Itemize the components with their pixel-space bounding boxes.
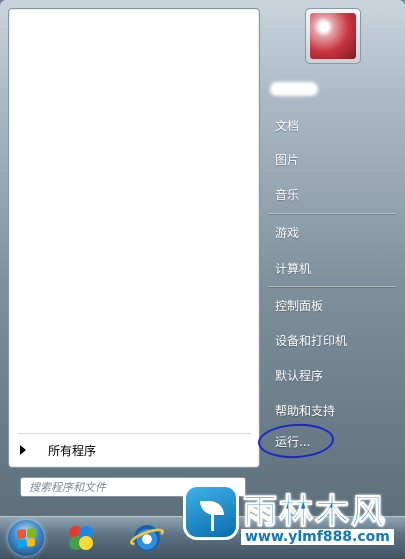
- all-programs-label: 所有程序: [48, 443, 97, 458]
- separator: [17, 433, 251, 434]
- start-menu: 所有程序 文档 图片 音乐 游戏 计算机 控制面板 设备和打印机 默认程序 帮助…: [0, 0, 405, 516]
- separator: [268, 286, 396, 287]
- right-item-music[interactable]: 音乐: [266, 182, 396, 206]
- arrow-right-icon: [20, 445, 26, 455]
- programs-pane: 所有程序: [8, 8, 260, 468]
- right-item-control-panel[interactable]: 控制面板: [266, 293, 396, 317]
- avatar-picture: [310, 13, 356, 59]
- annotation-circle: [257, 422, 335, 460]
- user-name-redacted[interactable]: [270, 82, 318, 96]
- right-item-games[interactable]: 游戏: [266, 220, 396, 244]
- right-item-devices-printers[interactable]: 设备和打印机: [266, 328, 396, 352]
- right-item-documents[interactable]: 文档: [266, 113, 396, 137]
- right-item-label: 音乐: [275, 187, 300, 202]
- watermark-logo-icon: [183, 484, 239, 540]
- ie-ring-icon: [128, 525, 166, 549]
- watermark: 雨林木风 www.ylmf888.com: [183, 484, 405, 558]
- watermark-url: www.ylmf888.com: [241, 529, 394, 545]
- ie-globe-icon: [128, 525, 166, 551]
- watermark-title: 雨林木风: [243, 492, 387, 533]
- internet-explorer-icon[interactable]: [128, 521, 166, 555]
- windows-logo-icon: [17, 528, 35, 548]
- separator: [268, 213, 396, 214]
- right-item-label: 图片: [275, 152, 300, 167]
- right-item-label: 默认程序: [275, 368, 324, 383]
- paint-icon[interactable]: [64, 521, 98, 555]
- right-item-default-programs[interactable]: 默认程序: [266, 363, 396, 387]
- right-item-label: 控制面板: [275, 298, 324, 313]
- right-item-label: 帮助和支持: [275, 403, 336, 418]
- right-item-label: 设备和打印机: [275, 333, 348, 348]
- user-avatar[interactable]: [305, 8, 361, 64]
- right-item-label: 游戏: [275, 225, 300, 240]
- right-item-help-support[interactable]: 帮助和支持: [266, 398, 396, 422]
- all-programs-item[interactable]: 所有程序: [13, 439, 253, 461]
- right-item-computer[interactable]: 计算机: [266, 256, 396, 280]
- right-item-pictures[interactable]: 图片: [266, 147, 396, 171]
- color-petals-icon: [69, 526, 93, 550]
- start-orb-icon[interactable]: [8, 520, 44, 556]
- right-item-label: 计算机: [275, 261, 312, 276]
- right-item-label: 文档: [275, 118, 300, 133]
